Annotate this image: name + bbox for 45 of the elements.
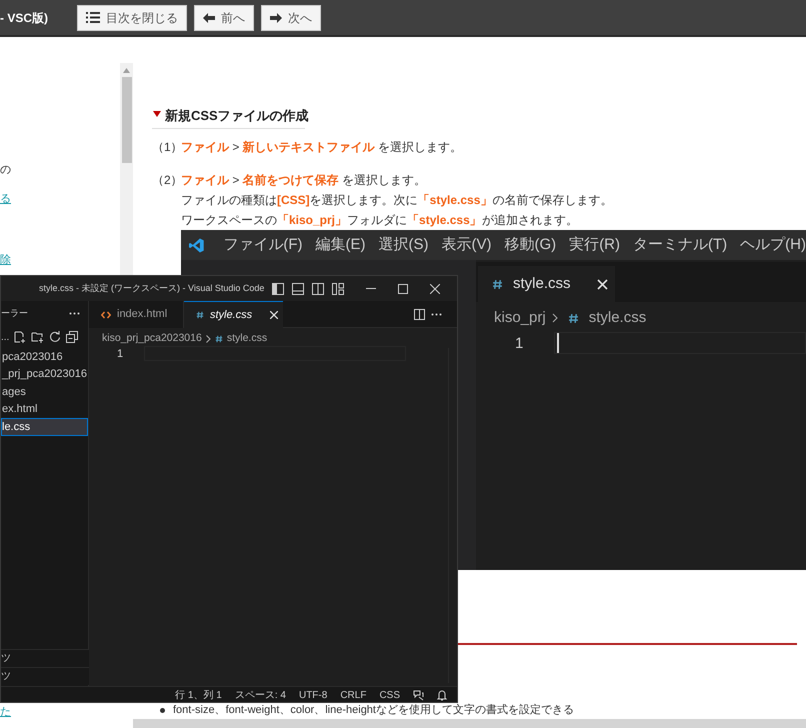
editor-tab[interactable]: style.css bbox=[184, 301, 283, 328]
menu-item[interactable]: 移動(G) bbox=[504, 234, 556, 256]
step-number: （2） bbox=[152, 172, 181, 189]
line-number: 1 bbox=[117, 347, 124, 362]
status-item[interactable]: CRLF bbox=[340, 688, 366, 702]
previous-button[interactable]: 前へ bbox=[194, 4, 254, 30]
status-item[interactable]: UTF-8 bbox=[298, 688, 328, 702]
page-title: - VSC版) bbox=[0, 10, 49, 26]
line-number: 1 bbox=[515, 334, 524, 354]
editor-tab[interactable]: style.css bbox=[478, 266, 615, 302]
section-header[interactable]: ツ bbox=[1, 649, 89, 667]
instruction-text: ファイル > 新しいテキストファイル を選択します。 bbox=[181, 139, 462, 156]
menu-item[interactable]: 選択(S) bbox=[378, 234, 429, 256]
status-item[interactable]: CSS bbox=[379, 688, 400, 702]
section-heading: 新規CSSファイルの作成 bbox=[165, 107, 309, 125]
menu-item[interactable]: ファイル(F) bbox=[223, 234, 303, 256]
toc-button[interactable]: 目次を閉じる bbox=[77, 4, 187, 30]
status-item[interactable]: 行 1、列 1 bbox=[175, 688, 222, 702]
breadcrumb-item[interactable]: kiso_prj_pca2023016 bbox=[102, 331, 202, 347]
menu-item[interactable]: ヘルプ(H) bbox=[740, 234, 806, 256]
status-item[interactable]: スペース: 4 bbox=[234, 688, 286, 702]
menu-item[interactable]: 編集(E) bbox=[316, 234, 366, 256]
breadcrumb-item[interactable]: style.css bbox=[588, 307, 646, 330]
menu-item[interactable]: ターミナル(T) bbox=[633, 234, 728, 256]
tree-item[interactable]: ex.html bbox=[1, 400, 88, 418]
step-number: （1） bbox=[152, 139, 181, 156]
menu-item[interactable]: 表示(V) bbox=[442, 234, 492, 256]
breadcrumb-item[interactable]: style.css bbox=[226, 331, 268, 347]
section-header[interactable]: ツ bbox=[1, 667, 89, 685]
tree-item[interactable]: le.css bbox=[1, 418, 88, 436]
window-title: style.css - 未設定 (ワークスペース) - Visual Studio Code bbox=[39, 282, 264, 295]
tree-item[interactable]: ages bbox=[1, 383, 88, 400]
instruction-text: ファイル > 名前をつけて保存 を選択します。 bbox=[181, 172, 426, 189]
panel-title: ーラー bbox=[1, 306, 28, 320]
bullet-text: font-size、font-weight、color、line-heightなどを使用して文字の書式を設定できる bbox=[173, 704, 574, 717]
truncated-label: ... bbox=[1, 330, 10, 344]
sidebar-text: の bbox=[0, 163, 11, 177]
menu-item[interactable]: 実行(R) bbox=[569, 234, 620, 256]
instruction-text: ワークスペースの「kiso_prj」フォルダに「style.css」が追加されます。 bbox=[181, 212, 578, 229]
instruction-text: ファイルの種類は[CSS]を選択します。次に「style.css」の名前で保存します。 bbox=[181, 192, 612, 209]
next-button[interactable]: 次へ bbox=[261, 4, 321, 30]
editor-tab[interactable]: index.html bbox=[89, 301, 184, 328]
breadcrumb-item[interactable]: kiso_prj bbox=[494, 307, 546, 330]
tree-item[interactable]: pca2023016 bbox=[1, 348, 88, 366]
tree-item[interactable]: _prj_pca2023016 bbox=[1, 366, 88, 383]
